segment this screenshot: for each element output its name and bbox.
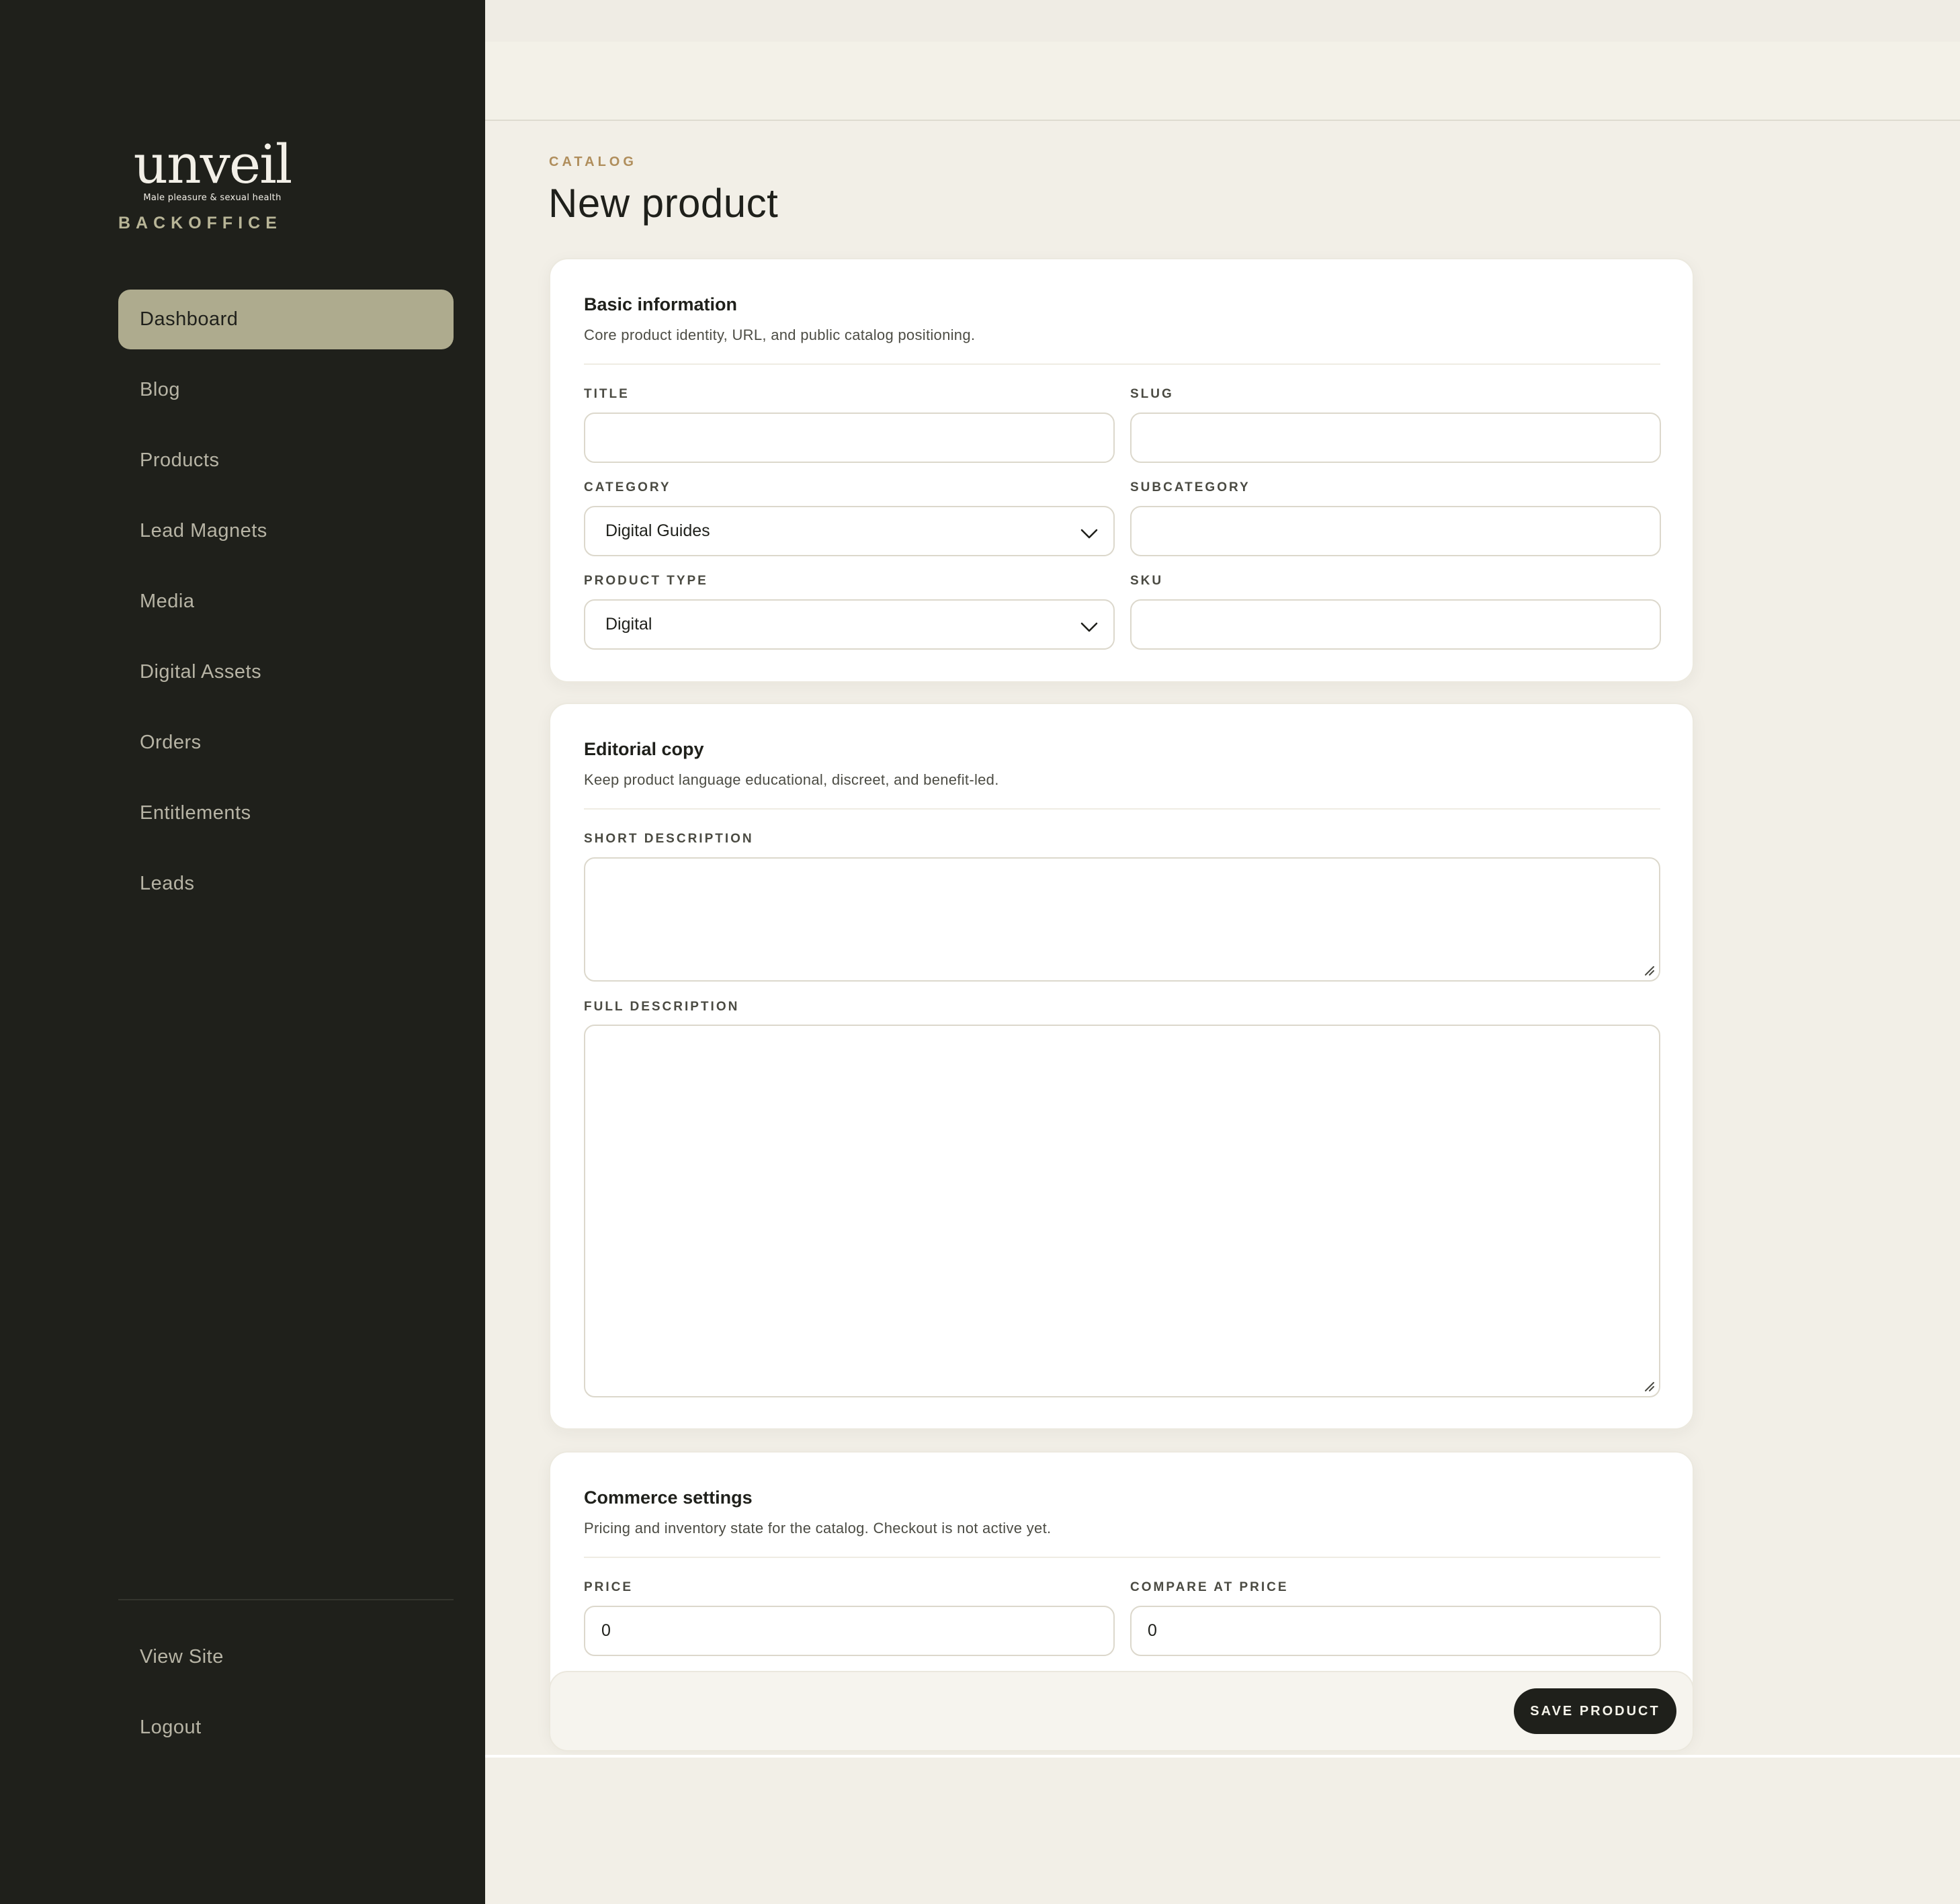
- product-type-label: PRODUCT TYPE: [584, 574, 708, 588]
- page-title: New product: [548, 181, 779, 226]
- sku-label: SKU: [1130, 574, 1164, 588]
- title-input[interactable]: [584, 413, 1115, 463]
- card-title: Commerce settings: [584, 1487, 753, 1508]
- sidebar-item-media[interactable]: Media: [118, 572, 454, 632]
- sidebar-item-leads[interactable]: Leads: [118, 854, 454, 914]
- sidebar-bottom-nav: View Site Logout: [118, 1627, 454, 1768]
- price-input[interactable]: 0: [584, 1606, 1115, 1656]
- save-product-button[interactable]: SAVE PRODUCT: [1514, 1688, 1676, 1734]
- sidebar-item-entitlements[interactable]: Entitlements: [118, 783, 454, 843]
- slug-input[interactable]: [1130, 413, 1661, 463]
- full-description-label: FULL DESCRIPTION: [584, 1000, 740, 1014]
- category-selected-value: Digital Guides: [605, 521, 710, 540]
- card-title: Editorial copy: [584, 739, 704, 759]
- compare-at-price-input[interactable]: 0: [1130, 1606, 1661, 1656]
- short-description-textarea[interactable]: [584, 857, 1660, 982]
- card-divider: [584, 808, 1660, 810]
- sku-input[interactable]: [1130, 599, 1661, 650]
- card-description: Core product identity, URL, and public c…: [584, 327, 976, 343]
- sidebar-nav: Dashboard Blog Products Lead Magnets Med…: [118, 290, 454, 924]
- subcategory-input[interactable]: [1130, 506, 1661, 556]
- card-description: Pricing and inventory state for the cata…: [584, 1520, 1052, 1537]
- sidebar-item-digital-assets[interactable]: Digital Assets: [118, 642, 454, 702]
- resize-handle-icon[interactable]: [1640, 1377, 1655, 1392]
- sidebar-divider: [118, 1599, 454, 1600]
- sidebar-item-lead-magnets[interactable]: Lead Magnets: [118, 501, 454, 561]
- sidebar-item-logout[interactable]: Logout: [118, 1698, 454, 1758]
- sidebar-item-orders[interactable]: Orders: [118, 713, 454, 773]
- category-select[interactable]: Digital Guides: [584, 506, 1115, 556]
- short-description-label: SHORT DESCRIPTION: [584, 832, 754, 846]
- chevron-down-icon: [1080, 529, 1098, 539]
- logo-wordmark: unveil: [133, 133, 293, 196]
- compare-at-price-label: COMPARE AT PRICE: [1130, 1580, 1289, 1594]
- category-label: CATEGORY: [584, 480, 671, 494]
- card-divider: [584, 1557, 1660, 1558]
- card-divider: [584, 363, 1660, 365]
- sidebar-item-view-site[interactable]: View Site: [118, 1627, 454, 1687]
- card-title: Basic information: [584, 294, 738, 314]
- page-bottom-area: [485, 1755, 1960, 1904]
- sidebar-item-dashboard[interactable]: Dashboard: [118, 290, 454, 349]
- card-description: Keep product language educational, discr…: [584, 771, 999, 788]
- section-label: BACKOFFICE: [118, 214, 282, 232]
- subcategory-label: SUBCATEGORY: [1130, 480, 1250, 494]
- product-type-select[interactable]: Digital: [584, 599, 1115, 650]
- editorial-card: Editorial copy Keep product language edu…: [549, 703, 1694, 1430]
- sidebar: unveil Male pleasure & sexual health BAC…: [0, 0, 485, 1904]
- sidebar-item-blog[interactable]: Blog: [118, 360, 454, 420]
- title-label: TITLE: [584, 387, 630, 401]
- resize-handle-icon[interactable]: [1640, 961, 1655, 976]
- form-action-bar: SAVE PRODUCT: [549, 1671, 1694, 1751]
- basic-info-card: Basic information Core product identity,…: [549, 258, 1694, 683]
- page-eyebrow: CATALOG: [549, 155, 637, 169]
- sidebar-item-products[interactable]: Products: [118, 431, 454, 490]
- slug-label: SLUG: [1130, 387, 1174, 401]
- brand-logo[interactable]: unveil Male pleasure & sexual health: [118, 133, 306, 204]
- product-type-selected-value: Digital: [605, 615, 652, 634]
- price-label: PRICE: [584, 1580, 634, 1594]
- chevron-down-icon: [1080, 622, 1098, 632]
- top-strip: [485, 0, 1960, 42]
- logo-tagline: Male pleasure & sexual health: [143, 193, 282, 203]
- full-description-textarea[interactable]: [584, 1025, 1660, 1397]
